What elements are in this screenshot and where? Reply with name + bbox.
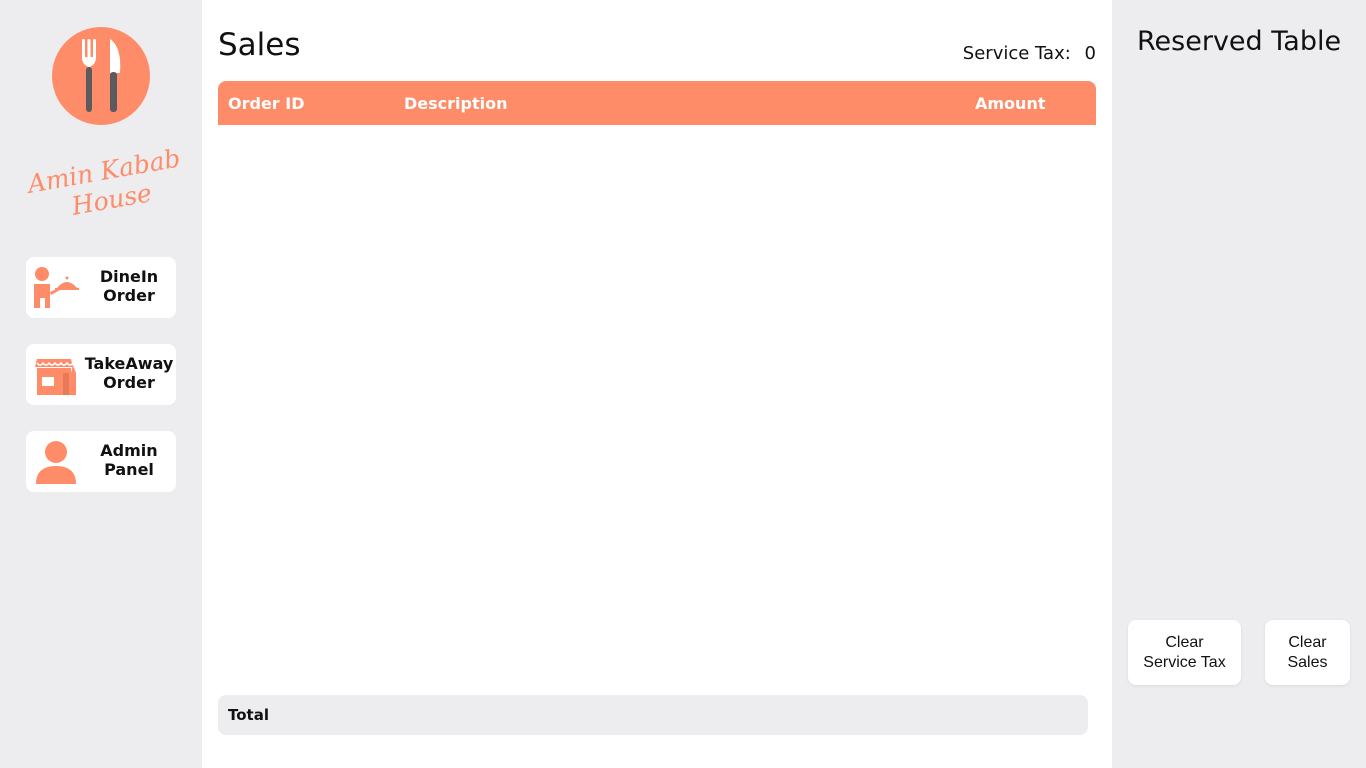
- column-header-description: Description: [404, 94, 508, 113]
- page-title: Sales: [218, 27, 301, 63]
- sales-table-header: Order ID Description Amount: [218, 81, 1096, 125]
- waiter-cloche-icon: [34, 267, 79, 308]
- clear-service-tax-button[interactable]: Clear Service Tax: [1128, 620, 1241, 685]
- takeaway-order-button[interactable]: TakeAway Order: [26, 344, 176, 405]
- sidebar: Amin Kabab House DineIn Order TakeAway O…: [0, 0, 202, 768]
- service-tax-display: Service Tax: 0: [963, 43, 1096, 64]
- service-tax-label: Service Tax:: [962, 43, 1071, 64]
- service-tax-value: 0: [1084, 43, 1096, 64]
- sales-panel: Sales Service Tax: 0 Order ID Descriptio…: [202, 0, 1112, 768]
- admin-panel-label: Admin Panel: [100, 441, 158, 479]
- restaurant-logo: [52, 27, 150, 125]
- brand-name: Amin Kabab House: [22, 143, 182, 232]
- takeaway-order-label: TakeAway Order: [84, 354, 174, 392]
- dinein-order-label: DineIn Order: [99, 267, 159, 305]
- user-icon: [36, 441, 76, 484]
- total-label: Total: [228, 706, 269, 724]
- fork-knife-icon: [82, 39, 121, 112]
- column-header-order-id: Order ID: [228, 94, 305, 113]
- admin-panel-button[interactable]: Admin Panel: [26, 431, 176, 492]
- column-header-amount: Amount: [975, 94, 1046, 113]
- total-bar: Total: [218, 695, 1088, 735]
- reserved-table-panel: Reserved Table Clear Service Tax Clear S…: [1112, 0, 1366, 768]
- dinein-order-button[interactable]: DineIn Order: [26, 257, 176, 318]
- clear-sales-button[interactable]: Clear Sales: [1265, 620, 1350, 685]
- shop-icon: [35, 359, 76, 395]
- reserved-table-title: Reserved Table: [1137, 26, 1342, 57]
- sales-table-body: [218, 125, 1096, 685]
